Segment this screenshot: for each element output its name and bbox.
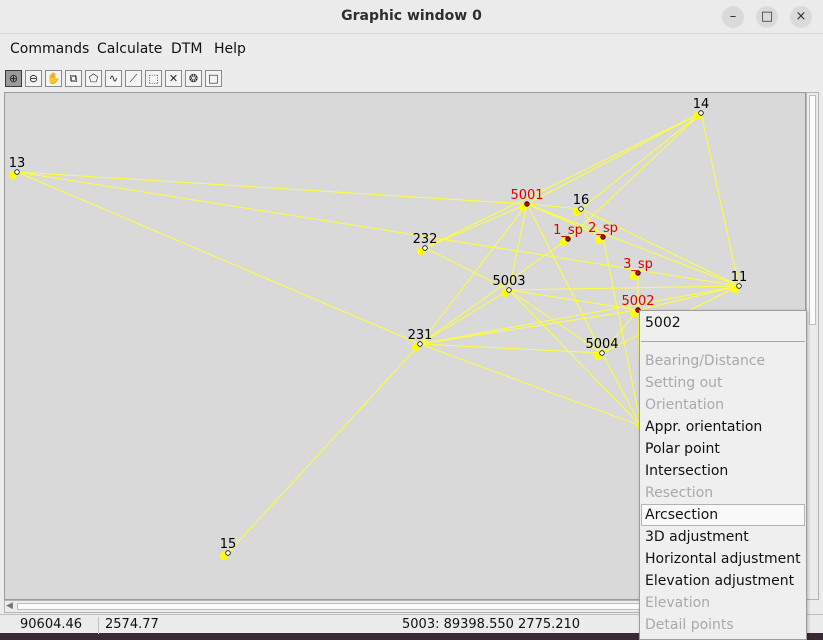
tool-blank-icon[interactable]: □: [205, 70, 222, 87]
point-label: 5002: [621, 294, 654, 309]
toolbar: ⊕ ⊖ ✋ ⧉ ⬠ ∿ ⟋ ⬚ ✕ ❂ □: [0, 67, 823, 90]
menu-item-bearing-distance: Bearing/Distance: [645, 353, 766, 369]
edge-5003-5002: [508, 289, 639, 311]
point-11[interactable]: 11: [731, 270, 748, 293]
menu-commands[interactable]: Commands: [10, 41, 89, 57]
tool-zoom-in-icon[interactable]: ⊕: [5, 70, 22, 87]
edge-13-231: [16, 171, 421, 345]
menu-calculate[interactable]: Calculate: [97, 41, 162, 57]
tool-redraw-icon[interactable]: ❂: [185, 70, 202, 87]
point-label: 5004: [585, 337, 618, 352]
edge-231-h: [419, 343, 642, 427]
point-label: 11: [731, 270, 748, 285]
tool-select-area-icon[interactable]: ⬚: [145, 70, 162, 87]
status-point-info: 5003: 89398.550 2775.210: [402, 617, 581, 632]
edge-231-15: [227, 343, 421, 554]
point-label: 2_sp: [588, 221, 618, 236]
scroll-left-icon[interactable]: ◀: [6, 602, 13, 611]
edge-14-5001: [526, 112, 702, 205]
menu-item-setting-out: Setting out: [645, 375, 723, 391]
vertical-scrollbar[interactable]: [806, 92, 819, 600]
tool-measure-icon[interactable]: ⟋: [125, 70, 142, 87]
edge-231-5004: [419, 343, 603, 354]
close-button[interactable]: ×: [790, 6, 812, 28]
point-label: 16: [573, 193, 590, 208]
point-5004[interactable]: 5004: [585, 337, 619, 360]
menu-item-3d-adjustment[interactable]: 3D adjustment: [641, 526, 805, 548]
edge-14-11: [700, 112, 740, 287]
menu-item-intersection[interactable]: Intersection: [641, 460, 805, 482]
point-label: 1_sp: [553, 223, 583, 238]
menu-item-arcsection[interactable]: Arcsection: [641, 504, 805, 526]
edge-14-16: [580, 112, 702, 210]
point-1-sp[interactable]: 1_sp: [553, 223, 583, 246]
menu-item-orientation: Orientation: [645, 397, 725, 413]
vertical-scroll-thumb[interactable]: [809, 95, 816, 325]
point-label: 13: [9, 156, 26, 171]
point-label: 231: [408, 328, 433, 343]
point-label: 5003: [492, 274, 525, 289]
tool-zoom-out-icon[interactable]: ⊖: [25, 70, 42, 87]
point-14[interactable]: 14: [693, 97, 710, 120]
menu-dtm[interactable]: DTM: [171, 41, 202, 57]
window-title: Graphic window 0: [341, 8, 482, 24]
menu-item-horizontal-adjustment[interactable]: Horizontal adjustment: [641, 548, 805, 570]
maximize-button[interactable]: □: [756, 6, 778, 28]
menu-item-polar-point[interactable]: Polar point: [641, 438, 805, 460]
point-15[interactable]: 15: [220, 537, 237, 560]
edge-5004-h: [601, 352, 642, 427]
status-y-coordinate: 2574.77: [98, 617, 159, 634]
point-label: 5001: [510, 188, 543, 203]
point-label: 15: [220, 537, 237, 552]
point-5003[interactable]: 5003: [492, 274, 526, 297]
tool-zoom-window-icon[interactable]: ⬠: [85, 70, 102, 87]
edge-5003-11: [508, 285, 740, 291]
point-13[interactable]: 13: [9, 156, 26, 179]
point-label: 3_sp: [623, 257, 653, 272]
menu-bar: Commands Calculate DTM Help: [0, 35, 823, 64]
edge-13-5001: [16, 171, 528, 205]
point-5001[interactable]: 5001: [510, 188, 544, 211]
context-menu-separator: [641, 341, 805, 342]
edge-5003-h: [508, 289, 642, 427]
context-menu-header: 5002: [645, 315, 681, 331]
edge-5001-232: [424, 203, 528, 249]
menu-item-appr-orientation[interactable]: Appr. orientation: [641, 416, 805, 438]
menu-item-elevation: Elevation: [645, 595, 711, 611]
menu-help[interactable]: Help: [214, 41, 246, 57]
title-bar[interactable]: Graphic window 0 – □ ×: [0, 0, 823, 34]
tool-pan-icon[interactable]: ✋: [45, 70, 62, 87]
tool-zoom-all-icon[interactable]: ⧉: [65, 70, 82, 87]
menu-item-resection: Resection: [645, 485, 714, 501]
minimize-button[interactable]: –: [722, 6, 744, 28]
point-label: 232: [413, 232, 438, 247]
menu-item-elevation-adjustment[interactable]: Elevation adjustment: [641, 570, 805, 592]
point-16[interactable]: 16: [573, 193, 590, 216]
status-x-coordinate: 90604.46: [20, 617, 83, 632]
context-menu: 5002 Bearing/Distance Setting out Orientat…: [639, 310, 807, 640]
graphic-window: Graphic window 0 – □ × Commands Calculat…: [0, 0, 823, 640]
tool-cross-icon[interactable]: ✕: [165, 70, 182, 87]
point-label: 14: [693, 97, 710, 112]
tool-plot-lines-icon[interactable]: ∿: [105, 70, 122, 87]
point-2-sp[interactable]: 2_sp: [588, 221, 618, 244]
point-232[interactable]: 232: [413, 232, 438, 255]
